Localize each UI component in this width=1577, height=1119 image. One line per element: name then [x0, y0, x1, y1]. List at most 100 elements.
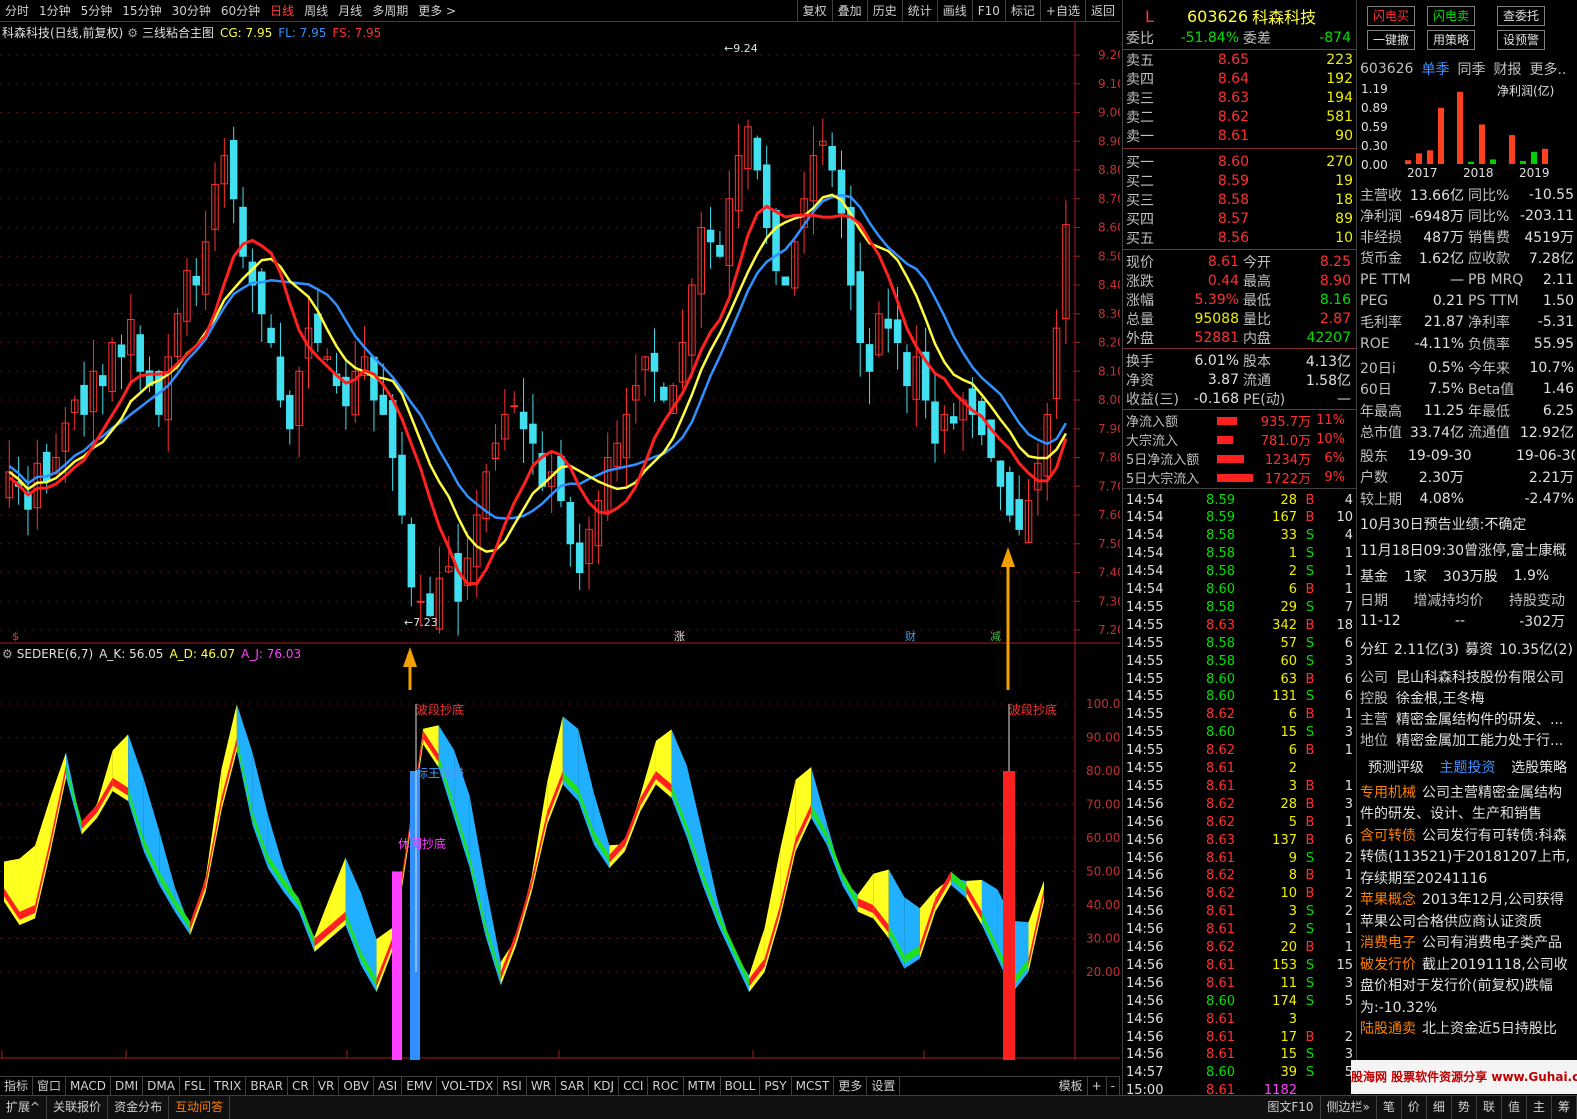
- period-tab[interactable]: 月线: [333, 2, 367, 19]
- finance-tab[interactable]: 更多..: [1529, 59, 1566, 79]
- indicator-tab[interactable]: RSI: [498, 1077, 527, 1095]
- indicator-tab[interactable]: 设置: [867, 1077, 901, 1095]
- tool-button[interactable]: 复权: [796, 0, 832, 22]
- indicator-tab[interactable]: 更多: [834, 1077, 868, 1095]
- indicator-tab[interactable]: BRAR: [246, 1077, 289, 1095]
- period-tab[interactable]: 多周期: [367, 2, 413, 19]
- ask-level[interactable]: 卖一 8.61 90: [1123, 126, 1357, 145]
- indicator-tab[interactable]: SAR: [556, 1077, 590, 1095]
- settings-icon[interactable]: ⚙: [127, 26, 138, 40]
- side-tab[interactable]: 联: [1477, 1096, 1502, 1119]
- theme-item[interactable]: 含可转债 公司发行有可转债:科森转债(113521)于20181207上市,存续期…: [1360, 826, 1572, 891]
- settings-icon[interactable]: ⚙: [2, 647, 13, 661]
- side-tab[interactable]: 细: [1427, 1096, 1452, 1119]
- indicator-tab[interactable]: CCI: [619, 1077, 649, 1095]
- trade-button[interactable]: 查委托: [1497, 6, 1545, 26]
- finance-tab[interactable]: 单季: [1421, 59, 1449, 79]
- ask-level[interactable]: 卖四 8.64 192: [1123, 69, 1357, 88]
- period-tab[interactable]: 60分钟: [216, 2, 265, 19]
- ask-level[interactable]: 卖五 8.65 223: [1123, 50, 1357, 69]
- indicator-tab[interactable]: KDJ: [589, 1077, 620, 1095]
- side-tab[interactable]: 势: [1452, 1096, 1477, 1119]
- tool-button[interactable]: 标记: [1004, 0, 1040, 22]
- side-tab[interactable]: 值: [1502, 1096, 1527, 1119]
- tool-button[interactable]: 叠加: [831, 0, 867, 22]
- template-control[interactable]: -: [1107, 1077, 1120, 1095]
- trade-button[interactable]: 闪电卖: [1427, 6, 1475, 26]
- indicator-tab[interactable]: TRIX: [210, 1077, 247, 1095]
- theme-tab[interactable]: 预测评级: [1368, 757, 1424, 777]
- notice-line[interactable]: 10月30日预告业绩:不确定: [1360, 514, 1575, 535]
- indicator-tab[interactable]: VOL-TDX: [437, 1077, 499, 1095]
- bottom-tab[interactable]: 资金分布: [108, 1096, 170, 1119]
- tool-button[interactable]: 历史: [866, 0, 902, 22]
- candle-body: [519, 411, 528, 430]
- theme-item[interactable]: 破发行价 截止20191118,公司收盘价相对于发行价(前复权)跌幅为:-10.3…: [1360, 955, 1572, 1020]
- bid-level[interactable]: 买四 8.57 89: [1123, 209, 1357, 228]
- tool-button[interactable]: +自选: [1039, 0, 1085, 22]
- template-control[interactable]: 模板: [1055, 1077, 1088, 1095]
- trade-button[interactable]: 闪电买: [1367, 6, 1415, 26]
- indicator-tab[interactable]: MACD: [66, 1077, 112, 1095]
- indicator-tab[interactable]: WR: [527, 1077, 557, 1095]
- indicator-tab[interactable]: FSL: [180, 1077, 210, 1095]
- tool-button[interactable]: 统计: [901, 0, 937, 22]
- trade-button[interactable]: 用策略: [1427, 30, 1475, 50]
- finance-tab[interactable]: 603626: [1360, 61, 1413, 77]
- indicator-tab[interactable]: PSY: [760, 1077, 792, 1095]
- theme-item[interactable]: 专用机械 公司主营精密金属结构件的研发、设计、生产和销售: [1360, 783, 1572, 826]
- notice-line[interactable]: 11月18日09:30曾涨停,富士康概: [1360, 540, 1575, 561]
- side-tab[interactable]: 价: [1402, 1096, 1427, 1119]
- sub-indicator-name[interactable]: SEDERE(6,7): [17, 647, 93, 661]
- bid-level[interactable]: 买一 8.60 270: [1123, 152, 1357, 171]
- tool-button[interactable]: F10: [971, 0, 1005, 22]
- period-tab[interactable]: 5分钟: [76, 2, 118, 19]
- finance-tab[interactable]: 同季: [1457, 59, 1485, 79]
- indicator-tab[interactable]: DMI: [111, 1077, 144, 1095]
- indicator-tab[interactable]: MTM: [684, 1077, 721, 1095]
- ask-level[interactable]: 卖三 8.63 194: [1123, 88, 1357, 107]
- side-tab[interactable]: 主: [1527, 1096, 1552, 1119]
- indicator-tab[interactable]: 窗口: [33, 1077, 67, 1095]
- indicator-name[interactable]: 三线粘合主图: [142, 24, 214, 41]
- trade-button[interactable]: 一键撤: [1367, 30, 1415, 50]
- side-tab[interactable]: 笔: [1377, 1096, 1402, 1119]
- indicator-tab[interactable]: BOLL: [721, 1077, 761, 1095]
- theme-item[interactable]: 陆股通卖 北上资金近5日持股比: [1360, 1019, 1572, 1041]
- side-tab[interactable]: 筹: [1552, 1096, 1577, 1119]
- period-tab[interactable]: 30分钟: [167, 2, 216, 19]
- theme-item[interactable]: 苹果概念 2013年12月,公司获得苹果公司合格供应商认证资质: [1360, 890, 1572, 933]
- period-tab[interactable]: 日线: [265, 2, 299, 19]
- period-tab[interactable]: 15分钟: [117, 2, 166, 19]
- indicator-tab[interactable]: ASI: [374, 1077, 403, 1095]
- bid-level[interactable]: 买三 8.58 18: [1123, 190, 1357, 209]
- indicator-tab[interactable]: OBV: [339, 1077, 374, 1095]
- bottom-tab[interactable]: 关联报价: [47, 1096, 109, 1119]
- period-tab[interactable]: 分时: [0, 2, 34, 19]
- tool-button[interactable]: 返回: [1084, 0, 1120, 22]
- theme-tab[interactable]: 主题投资: [1439, 757, 1495, 777]
- ask-level[interactable]: 卖二 8.62 581: [1123, 107, 1357, 126]
- indicator-tab[interactable]: VR: [314, 1077, 340, 1095]
- bid-level[interactable]: 买二 8.59 19: [1123, 171, 1357, 190]
- kline-chart-svg[interactable]: 9.20 9.10 9.00 8.90 8.80 8.70 8.60 8.50 8.40 8.30…: [0, 22, 1120, 1060]
- indicator-tab[interactable]: ROC: [648, 1077, 684, 1095]
- bottom-tab[interactable]: 互动问答: [169, 1096, 231, 1119]
- period-tab[interactable]: 周线: [299, 2, 333, 19]
- finance-tab[interactable]: 财报: [1493, 59, 1521, 79]
- bid-level[interactable]: 买五 8.56 10: [1123, 228, 1357, 247]
- indicator-tab[interactable]: CR: [288, 1077, 314, 1095]
- template-control[interactable]: +: [1088, 1077, 1107, 1095]
- indicator-tab[interactable]: 指标: [0, 1077, 34, 1095]
- trade-button[interactable]: 设预警: [1497, 30, 1545, 50]
- indicator-tab[interactable]: DMA: [143, 1077, 180, 1095]
- period-tab[interactable]: 1分钟: [34, 2, 76, 19]
- period-tab[interactable]: 更多 >: [413, 2, 461, 19]
- indicator-tab[interactable]: MCST: [792, 1077, 835, 1095]
- indicator-tab[interactable]: EMV: [402, 1077, 438, 1095]
- tool-button[interactable]: 画线: [936, 0, 972, 22]
- bottom-tab[interactable]: 扩展^: [0, 1096, 48, 1119]
- theme-item[interactable]: 消费电子 公司有消费电子类产品: [1360, 933, 1572, 955]
- stock-name[interactable]: 科森科技: [1252, 4, 1316, 28]
- theme-tab[interactable]: 选股策略: [1511, 757, 1567, 777]
